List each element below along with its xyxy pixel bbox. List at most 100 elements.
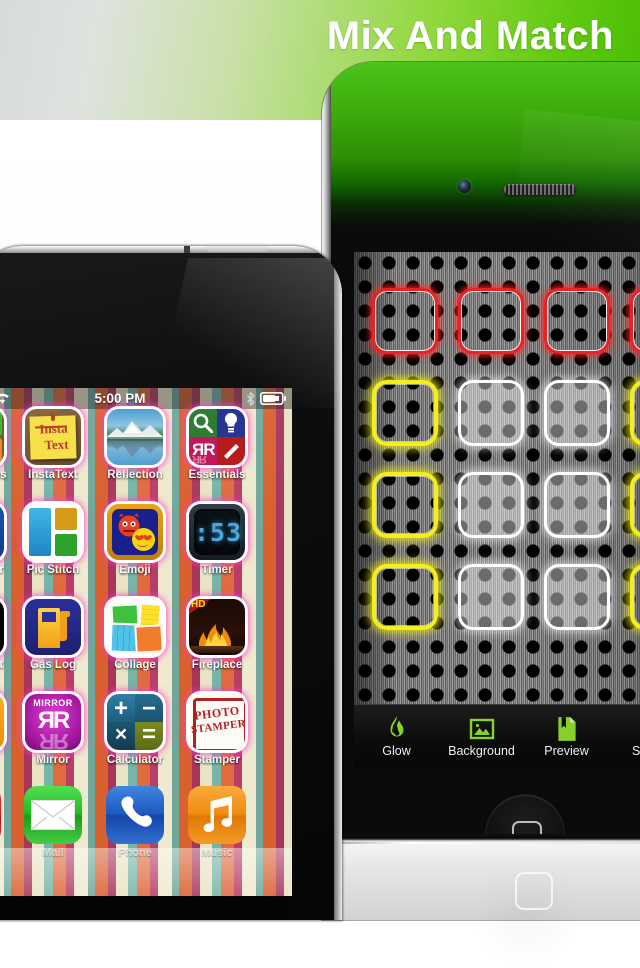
app-label: InstaText [21, 469, 85, 481]
app-label: Calculator [103, 754, 167, 766]
right-phone-screen: Glow Background Previe [354, 252, 640, 767]
status-bar: AT&T 5:00 PM [0, 388, 292, 409]
app-glow-icons[interactable]: Glow Icons [0, 409, 8, 481]
app-gas-log[interactable]: Gas Log [21, 599, 85, 671]
grid-cell-r3c4[interactable] [630, 472, 640, 538]
stamper-app-icon: PHOTO STAMPER [189, 694, 245, 750]
grid-cell-r1c2[interactable] [458, 288, 524, 354]
app-row-3: Flashlight Gas Log [0, 599, 292, 694]
battery-charging-icon [260, 392, 286, 405]
editor-toolbar: Glow Background Previe [354, 704, 640, 767]
app-label: Collage [103, 659, 167, 671]
app-stamper[interactable]: PHOTO STAMPER Stamper [185, 694, 249, 766]
grid-cell-r1c3[interactable] [544, 288, 610, 354]
app-label: Stamper [185, 754, 249, 766]
app-label: Flashlight [0, 659, 8, 671]
flame-icon [384, 715, 410, 743]
app-label: Crop [0, 754, 8, 766]
left-phone-body: AT&T 5:00 PM [0, 246, 342, 920]
grid-cell-r2c1[interactable] [372, 380, 438, 446]
dock-label: Mail [21, 847, 85, 859]
top-chrome-rail [0, 246, 342, 253]
lower-home-square-icon [515, 872, 553, 910]
app-label: Glow Icons [0, 469, 8, 481]
dock-app-sms[interactable]: SMS [0, 786, 4, 859]
calc-key-minus: − [135, 695, 163, 723]
grid-cell-r4c4[interactable] [630, 564, 640, 630]
power-button[interactable] [206, 246, 268, 252]
emoji-app-icon [107, 504, 163, 560]
fireplace-app-icon: HD [189, 599, 245, 655]
toolbar-label-preview: Preview [544, 744, 588, 758]
app-timer[interactable]: :53 Timer [185, 504, 249, 576]
app-label: Pic Stitch [21, 564, 85, 576]
dock-app-mail[interactable]: Mail [21, 786, 85, 859]
app-flashlight[interactable]: Flashlight [0, 599, 8, 671]
mirror-app-icon: MIRROR ЯR ЯR [25, 694, 81, 750]
antenna-notch [184, 246, 190, 253]
image-icon [469, 715, 495, 743]
app-calculator[interactable]: + − × = Calculator [103, 694, 167, 766]
app-label: Gas Log [21, 659, 85, 671]
grid-cell-r4c2[interactable] [458, 564, 524, 630]
right-phone-device: Glow Background Previe [322, 62, 640, 920]
dock-label: SMS [0, 847, 4, 859]
grid-cell-r4c3[interactable] [544, 564, 610, 630]
app-pic-stitch[interactable]: Pic Stitch [21, 504, 85, 576]
document-bookmark-icon [554, 715, 580, 743]
timer-app-icon: :53 [189, 504, 245, 560]
toolbar-button-glow[interactable]: Glow [354, 715, 439, 758]
app-instatext[interactable]: Insta Text InstaText [21, 409, 85, 481]
app-mirror[interactable]: MIRROR ЯR ЯR Mirror [21, 694, 85, 766]
page-title: Mix And Match [327, 14, 614, 59]
grid-cell-r4c1[interactable] [372, 564, 438, 630]
app-reflection[interactable]: Reflection [103, 409, 167, 481]
pic-stitch-app-icon [25, 504, 81, 560]
grid-cell-r3c1[interactable] [372, 472, 438, 538]
grid-cell-r3c2[interactable] [458, 472, 524, 538]
app-row-4: 4 Crop MIRROR ЯR ЯR Mirror [0, 694, 292, 789]
grid-cell-r3c3[interactable] [544, 472, 610, 538]
toolbar-button-save-it[interactable]: Save It [609, 715, 640, 758]
app-collage[interactable]: Collage [103, 599, 167, 671]
toolbar-label-glow: Glow [382, 744, 410, 758]
app-emoji[interactable]: Emoji [103, 504, 167, 576]
app-label: Mirror [21, 754, 85, 766]
app-crop[interactable]: 4 Crop [0, 694, 8, 766]
instatext-line2: Text [36, 436, 78, 453]
phone-app-icon [106, 786, 164, 844]
calculator-app-icon: + − × = [107, 694, 163, 750]
dock-app-music[interactable]: Music [185, 786, 249, 859]
grid-cell-r1c1[interactable] [372, 288, 438, 354]
status-bar-right [246, 388, 286, 409]
grid-cell-r2c4[interactable] [630, 380, 640, 446]
app-translator[interactable]: Translator [0, 504, 8, 576]
toolbar-label-background: Background [448, 744, 515, 758]
right-phone-lower-body [322, 834, 640, 920]
bluetooth-icon [246, 392, 255, 406]
music-app-icon [188, 786, 246, 844]
reflection-app-icon [107, 409, 163, 465]
essentials-app-icon: ЯR ЯR [189, 409, 245, 465]
app-label: Reflection [103, 469, 167, 481]
dock-app-phone[interactable]: Phone [103, 786, 167, 859]
app-label: Timer [185, 564, 249, 576]
dock-label: Music [185, 847, 249, 859]
front-camera-icon [458, 180, 471, 193]
toolbar-button-preview[interactable]: Preview [524, 715, 609, 758]
app-essentials[interactable]: ЯR ЯR Essentials [185, 409, 249, 481]
right-chrome-rail [334, 246, 342, 920]
instatext-app-icon: Insta Text [25, 409, 81, 465]
earpiece-speaker [504, 184, 576, 195]
grid-cell-r1c4[interactable] [630, 288, 640, 354]
grid-cell-r2c2[interactable] [458, 380, 524, 446]
fireplace-hd-badge: HD [191, 599, 205, 610]
app-label: Essentials [185, 469, 249, 481]
toolbar-button-background[interactable]: Background [439, 715, 524, 758]
mail-app-icon [24, 786, 82, 844]
app-row-2: Translator Pic Stitch [0, 504, 292, 599]
grid-cell-r2c3[interactable] [544, 380, 610, 446]
icon-glow-grid [354, 266, 640, 664]
app-fireplace[interactable]: HD Fireplace [185, 599, 249, 671]
glow-icons-app-icon [0, 409, 4, 465]
